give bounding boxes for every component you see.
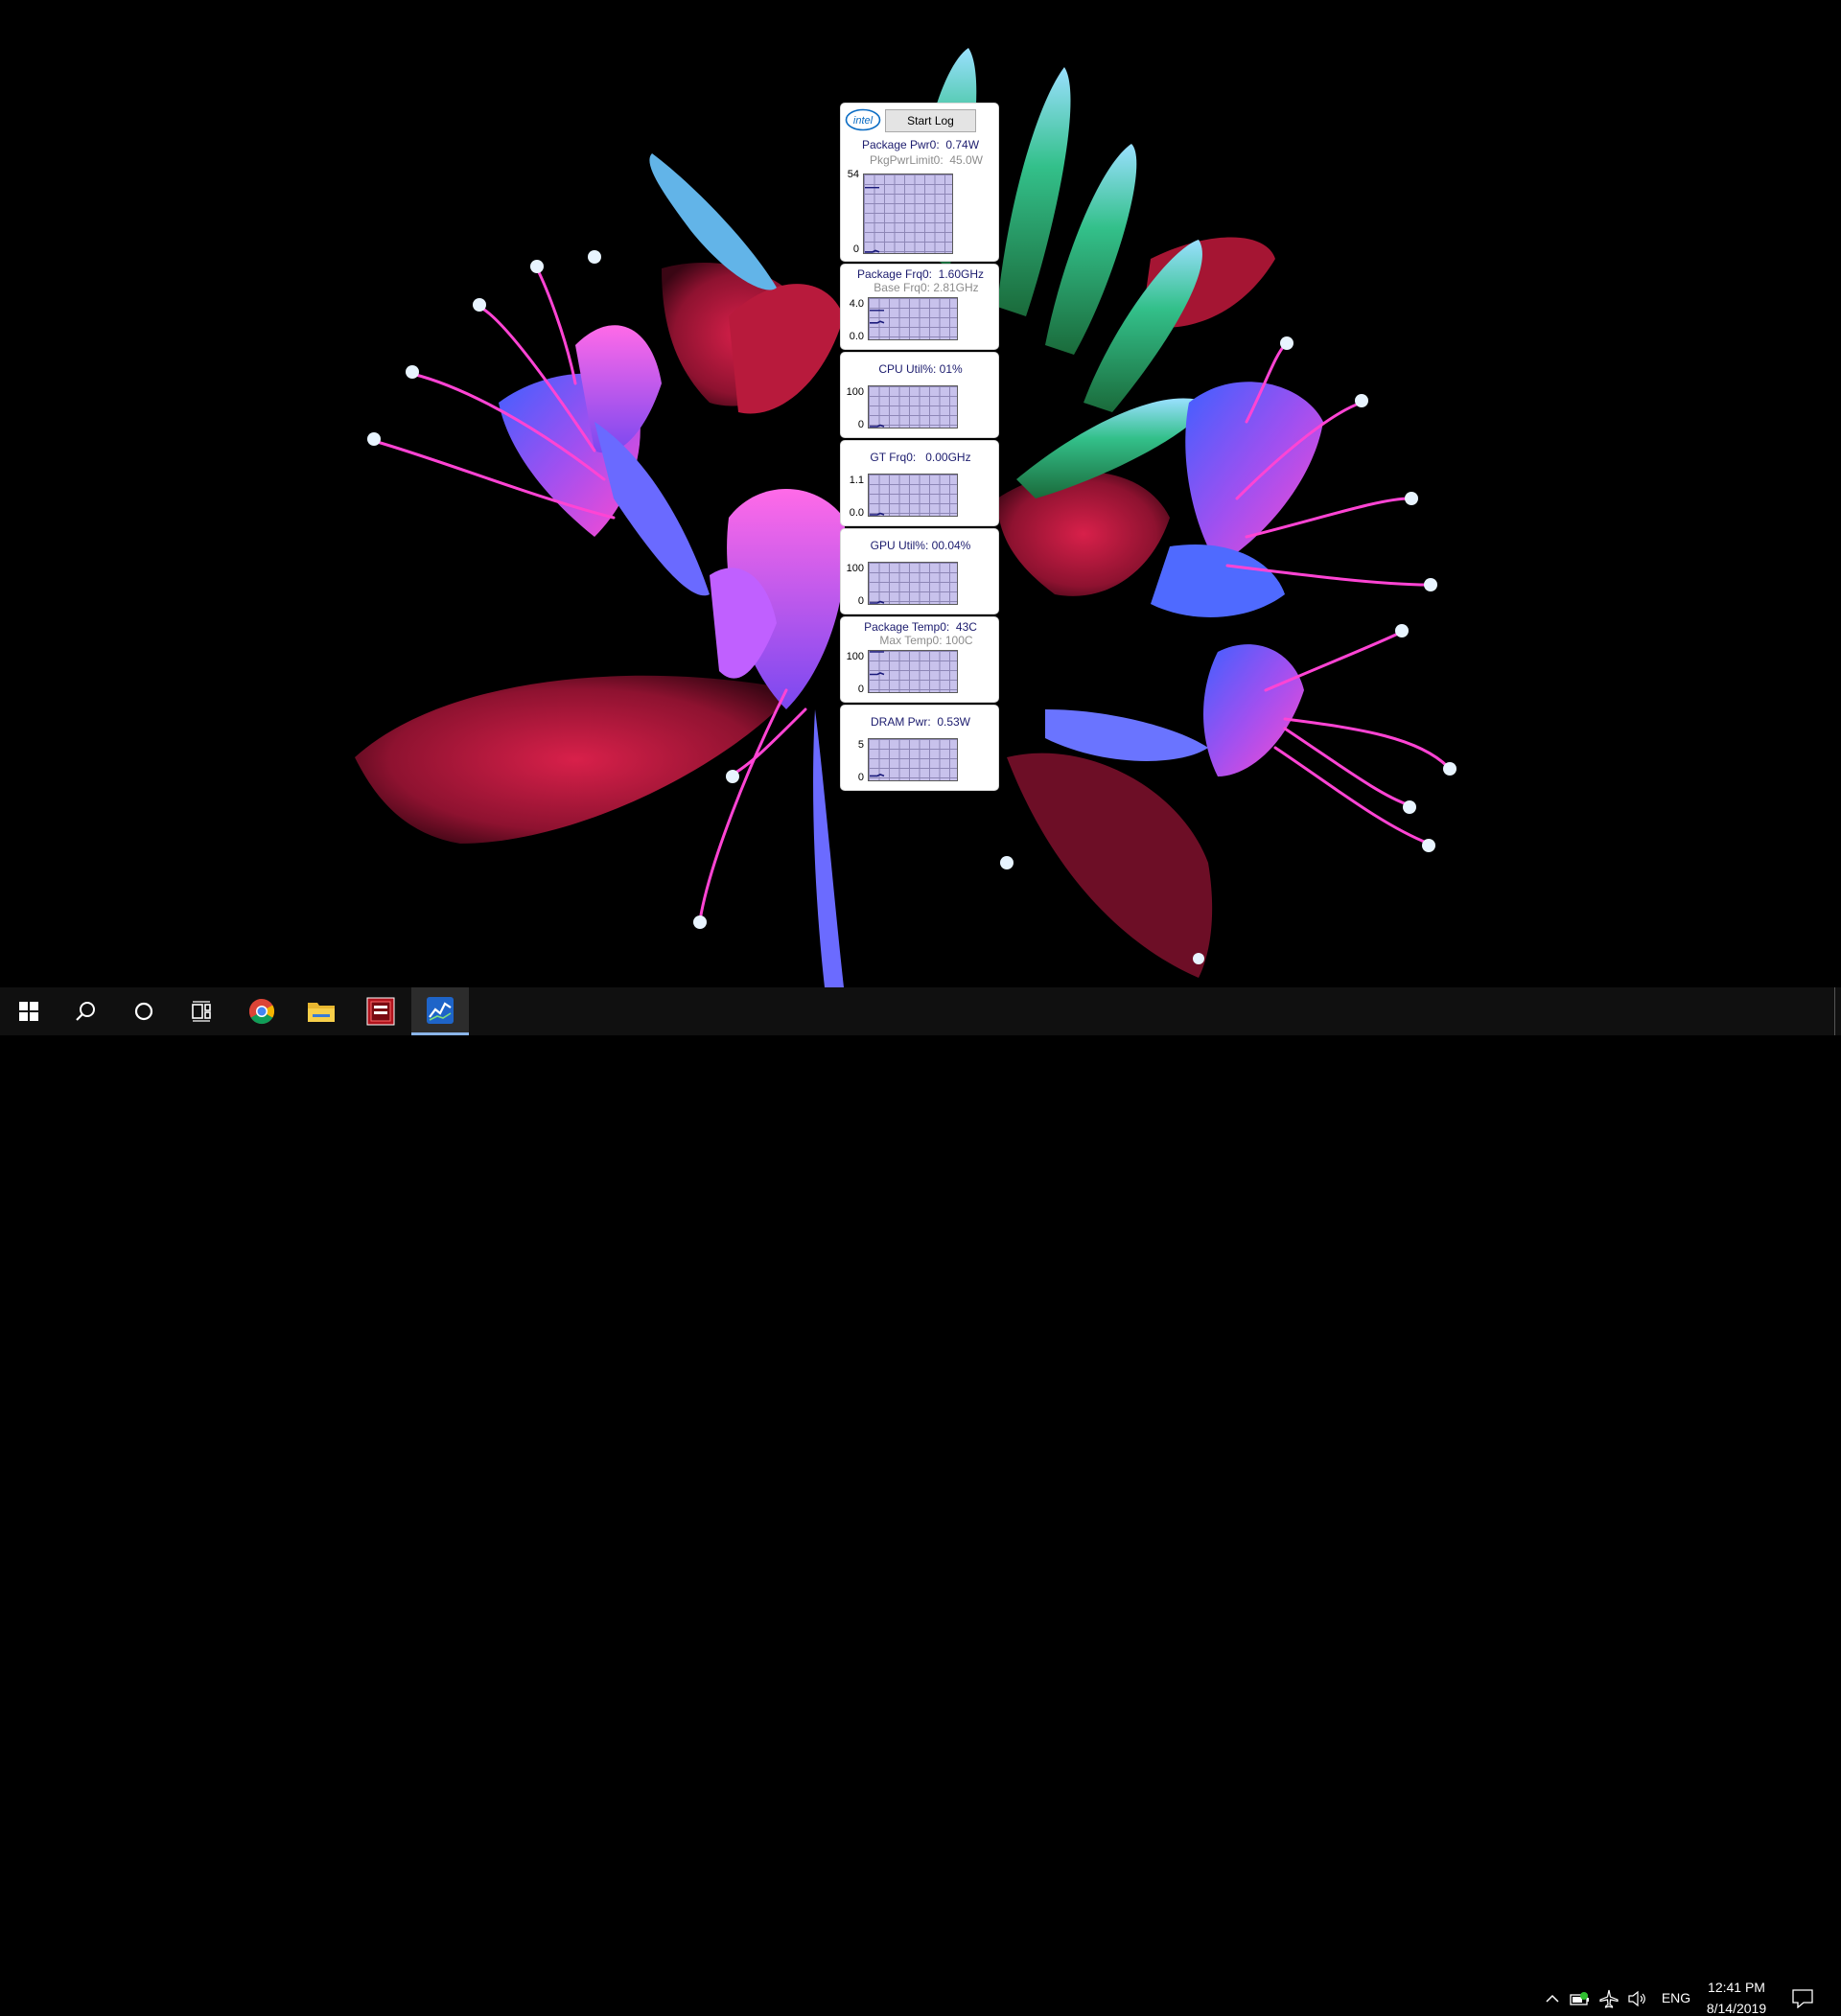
package-frequency-axis-max: 4.0: [849, 298, 864, 310]
package-frequency-axis-min: 0.0: [849, 331, 864, 342]
package-power-limit: PkgPwrLimit0: 45.0W: [869, 153, 984, 167]
cpu-utilization-trace-area: [870, 424, 885, 428]
intel-logo-text: intel: [853, 115, 874, 127]
package-temperature-axis-min: 0: [857, 684, 864, 695]
package-frequency-panel: Package Frq0: 1.60GHz Base Frq0: 2.81GHz 4…: [840, 264, 999, 350]
gt-frequency-axis-max: 1.1: [849, 475, 864, 486]
package-temperature-trace-area: [870, 651, 885, 676]
package-frequency-limit: Base Frq0: 2.81GHz: [874, 281, 979, 294]
gt-frequency-value-trace: [870, 512, 885, 516]
file-explorer-taskbar-button[interactable]: [292, 987, 350, 1035]
gpu-utilization-trace-area: [870, 600, 885, 604]
gt-frequency-title: GT Frq0: 0.00GHz: [870, 451, 971, 464]
cpu-utilization-value-trace: [870, 424, 885, 428]
dram-power-title: DRAM Pwr: 0.53W: [870, 715, 970, 729]
gpu-utilization-title: GPU Util%: 00.04%: [870, 539, 971, 552]
show-desktop-button[interactable]: [1834, 987, 1835, 1035]
dram-power-axis-max: 5: [857, 739, 864, 751]
chrome-taskbar-button[interactable]: [233, 987, 291, 1035]
package-power-value-trace: [865, 249, 880, 253]
start-log-button[interactable]: Start Log: [885, 109, 976, 132]
task-view-button[interactable]: [173, 987, 230, 1035]
desktop: intel Start Log Package Pwr0: 0.74W PkgPwrL…: [0, 0, 1841, 987]
action-center-button[interactable]: [1792, 1988, 1813, 2009]
package-power-axis-min: 0: [852, 243, 859, 255]
folder-icon: [308, 1003, 335, 1022]
gt-frequency-panel: GT Frq0: 0.00GHz 1.1 0.0: [840, 440, 999, 526]
search-button[interactable]: [58, 987, 115, 1035]
package-power-graph: [863, 174, 953, 254]
cortana-button[interactable]: [115, 987, 173, 1035]
chrome-icon: [248, 998, 275, 1025]
notification-icon: [1792, 1989, 1813, 2008]
cpu-utilization-graph: [868, 385, 958, 429]
input-language-indicator[interactable]: ENG: [1659, 1990, 1693, 2005]
gadget-header: intel Start Log: [841, 104, 1000, 136]
package-temperature-panel: Package Temp0: 43C Max Temp0: 100C 100 0: [840, 616, 999, 703]
gpu-utilization-axis-max: 100: [846, 563, 864, 574]
chevron-up-icon: [1546, 1994, 1559, 2003]
task-view-icon: [192, 1001, 211, 1022]
power-gadget-icon: [427, 996, 454, 1024]
package-temperature-title: Package Temp0: 43C: [864, 620, 977, 634]
airplane-mode-button[interactable]: [1598, 1988, 1620, 2009]
cpuz-taskbar-button[interactable]: [352, 987, 409, 1035]
package-frequency-title: Package Frq0: 1.60GHz: [856, 267, 985, 281]
cpu-utilization-title: CPU Util%: 01%: [878, 362, 963, 376]
clock-date[interactable]: 8/14/2019: [1701, 2001, 1772, 2016]
package-temperature-value-trace: [870, 672, 885, 676]
gt-frequency-trace-area: [870, 512, 885, 516]
start-button[interactable]: [0, 987, 58, 1035]
show-hidden-icons-button[interactable]: [1542, 1988, 1563, 2009]
cpuz-icon: [366, 997, 395, 1026]
package-temperature-limit: Max Temp0: 100C: [879, 634, 973, 647]
intel-logo-icon: intel: [845, 108, 881, 131]
package-power-trace-area: [865, 186, 880, 253]
package-temperature-axis-max: 100: [846, 651, 864, 662]
taskbar: ENG 12:41 PM 8/14/2019: [0, 987, 1841, 2016]
windows-logo-icon: [19, 1002, 38, 1021]
gpu-utilization-value-trace: [870, 600, 885, 604]
package-frequency-value-trace: [870, 320, 885, 324]
gt-frequency-graph: [868, 474, 958, 517]
package-frequency-graph: [868, 297, 958, 340]
gpu-utilization-graph: [868, 562, 958, 605]
airplane-icon: [1599, 1989, 1619, 2008]
battery-charging-icon: [1570, 1992, 1589, 2005]
search-icon: [76, 1002, 95, 1021]
gt-frequency-axis-min: 0.0: [849, 507, 864, 519]
cpu-utilization-axis-min: 0: [857, 419, 864, 430]
package-power-axis-max: 54: [847, 169, 859, 180]
cortana-ring-icon: [134, 1002, 153, 1021]
dram-power-trace-area: [870, 774, 885, 777]
package-temperature-graph: [868, 650, 958, 693]
clock-time[interactable]: 12:41 PM: [1701, 1980, 1772, 1995]
dram-power-graph: [868, 738, 958, 781]
speaker-icon: [1628, 1990, 1645, 2007]
dram-power-panel: DRAM Pwr: 0.53W 5 0: [840, 705, 999, 791]
package-frequency-trace-area: [870, 310, 885, 324]
package-power-title: Package Pwr0: 0.74W: [861, 138, 980, 151]
cpu-utilization-axis-max: 100: [846, 386, 864, 398]
cpu-utilization-panel: CPU Util%: 01% 100 0: [840, 352, 999, 438]
gpu-utilization-panel: GPU Util%: 00.04% 100 0: [840, 528, 999, 614]
dram-power-axis-min: 0: [857, 772, 864, 783]
power-gadget-taskbar-button[interactable]: [411, 987, 469, 1035]
volume-button[interactable]: [1627, 1988, 1648, 2009]
battery-button[interactable]: [1570, 1988, 1591, 2009]
package-power-panel: intel Start Log Package Pwr0: 0.74W PkgPwrL…: [840, 103, 999, 262]
dram-power-value-trace: [870, 774, 885, 777]
gpu-utilization-axis-min: 0: [857, 595, 864, 607]
